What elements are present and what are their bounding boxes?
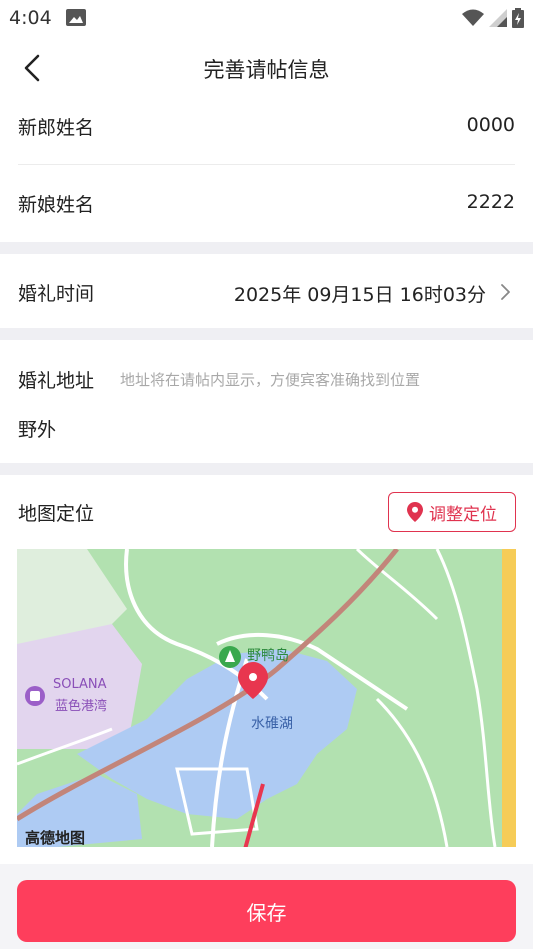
map-location-label: 地图定位 <box>18 503 95 525</box>
map-label-mall-en: SOLANA <box>53 677 107 692</box>
bride-name-field[interactable]: 2222 <box>467 191 515 213</box>
map-label-island: 野鸭岛 <box>247 648 289 664</box>
battery-icon <box>512 8 524 28</box>
divider <box>18 164 515 165</box>
map-provider-logo: 高德地图 <box>25 829 86 847</box>
map-label-lake: 水碓湖 <box>251 716 293 732</box>
status-bar: 4:04 <box>0 0 533 36</box>
nav-bar: 完善请帖信息 <box>0 36 533 100</box>
groom-name-label: 新郎姓名 <box>18 117 95 139</box>
location-pin-icon <box>407 502 423 522</box>
status-time: 4:04 <box>9 7 52 29</box>
wifi-icon <box>462 9 484 26</box>
adjust-location-button[interactable]: 调整定位 <box>388 492 516 532</box>
bride-name-label: 新娘姓名 <box>18 194 95 216</box>
wedding-address-hint: 地址将在请帖内显示，方便宾客准确找到位置 <box>120 371 421 389</box>
signal-icon <box>489 9 507 27</box>
map-label-mall-cn: 蓝色港湾 <box>55 699 108 714</box>
map-view[interactable]: 野鸭岛 水碓湖 SOLANA 蓝色港湾 高德地图 <box>17 549 516 847</box>
wedding-address-field[interactable]: 野外 <box>18 415 56 442</box>
wedding-address-label: 婚礼地址 <box>18 370 95 392</box>
section-divider <box>0 242 533 254</box>
status-icons <box>462 7 524 29</box>
gallery-notification-icon <box>66 9 86 26</box>
section-divider <box>0 463 533 475</box>
chevron-right-icon <box>501 284 510 300</box>
wedding-time-row[interactable]: 婚礼时间 2025年 09月15日 16时03分 <box>0 254 533 328</box>
section-divider <box>0 328 533 340</box>
wedding-time-value: 2025年 09月15日 16时03分 <box>233 284 486 306</box>
save-button[interactable]: 保存 <box>17 880 516 942</box>
wedding-time-label: 婚礼时间 <box>18 283 95 305</box>
groom-name-field[interactable]: 0000 <box>467 114 515 136</box>
adjust-location-label: 调整定位 <box>429 504 497 525</box>
page-title: 完善请帖信息 <box>203 58 330 82</box>
